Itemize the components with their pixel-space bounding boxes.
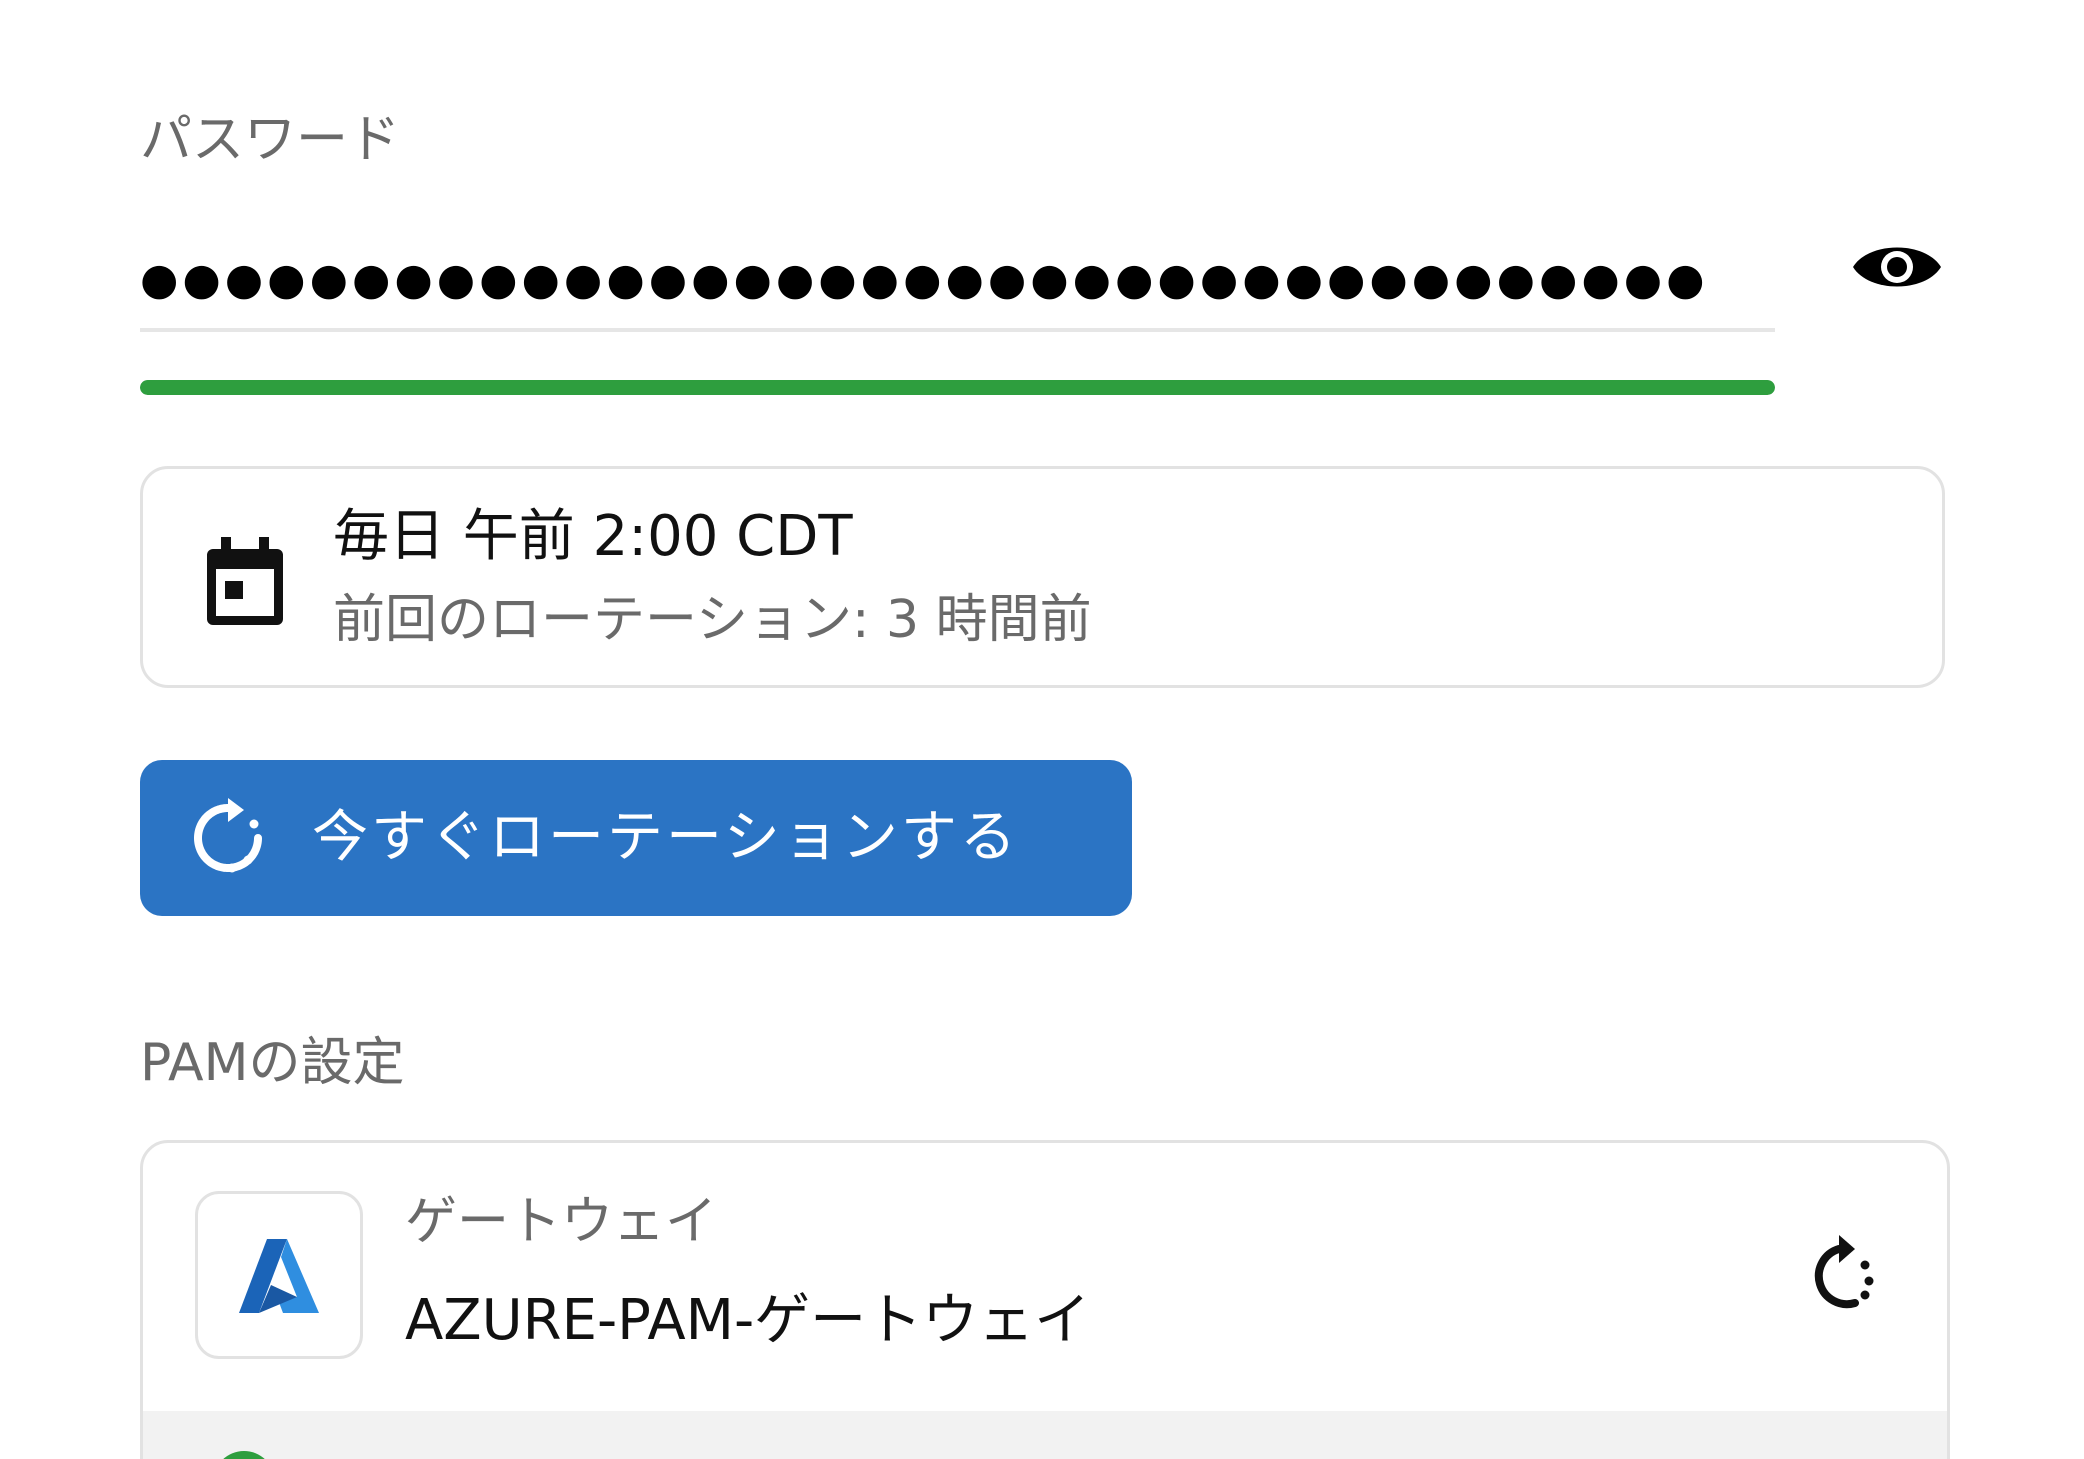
password-strength-meter	[140, 380, 1775, 395]
gateway-name: AZURE-PAM-ゲートウェイ	[405, 1288, 1091, 1353]
password-field[interactable]: ●●●●●●●●●●●●●●●●●●●●●●●●●●●●●●●●●●●●●●●●…	[140, 232, 1775, 332]
rotate-icon	[194, 798, 262, 873]
rotate-icon[interactable]	[1795, 1231, 1885, 1321]
rotation-schedule: 毎日 午前 2:00 CDT	[333, 504, 853, 569]
rotation-schedule-card[interactable]: 毎日 午前 2:00 CDT 前回のローテーション: 3 時間前	[140, 466, 1945, 688]
rotate-now-label: 今すぐローテーションする	[312, 805, 1019, 870]
password-strength-fill	[140, 380, 1775, 395]
azure-logo-icon	[239, 1239, 319, 1313]
password-masked-value: ●●●●●●●●●●●●●●●●●●●●●●●●●●●●●●●●●●●●●●●●…	[140, 254, 1710, 305]
status-dot	[213, 1451, 275, 1459]
pam-settings-label: PAMの設定	[140, 1033, 405, 1093]
pam-next-row[interactable]	[143, 1411, 1947, 1459]
password-label: パスワード	[140, 110, 401, 170]
rotate-now-button[interactable]: 今すぐローテーションする	[140, 760, 1132, 916]
gateway-row[interactable]: ゲートウェイ AZURE-PAM-ゲートウェイ	[143, 1143, 1947, 1411]
last-rotation-text: 前回のローテーション: 3 時間前	[333, 590, 1092, 650]
pam-record-panel: パスワード ●●●●●●●●●●●●●●●●●●●●●●●●●●●●●●●●●●…	[0, 0, 2084, 1459]
show-password-button[interactable]	[1845, 225, 1949, 309]
gateway-type-label: ゲートウェイ	[405, 1192, 718, 1252]
calendar-icon	[207, 537, 283, 625]
azure-logo	[195, 1191, 363, 1359]
pam-settings-card: ゲートウェイ AZURE-PAM-ゲートウェイ	[140, 1140, 1950, 1459]
eye-icon	[1853, 247, 1941, 287]
